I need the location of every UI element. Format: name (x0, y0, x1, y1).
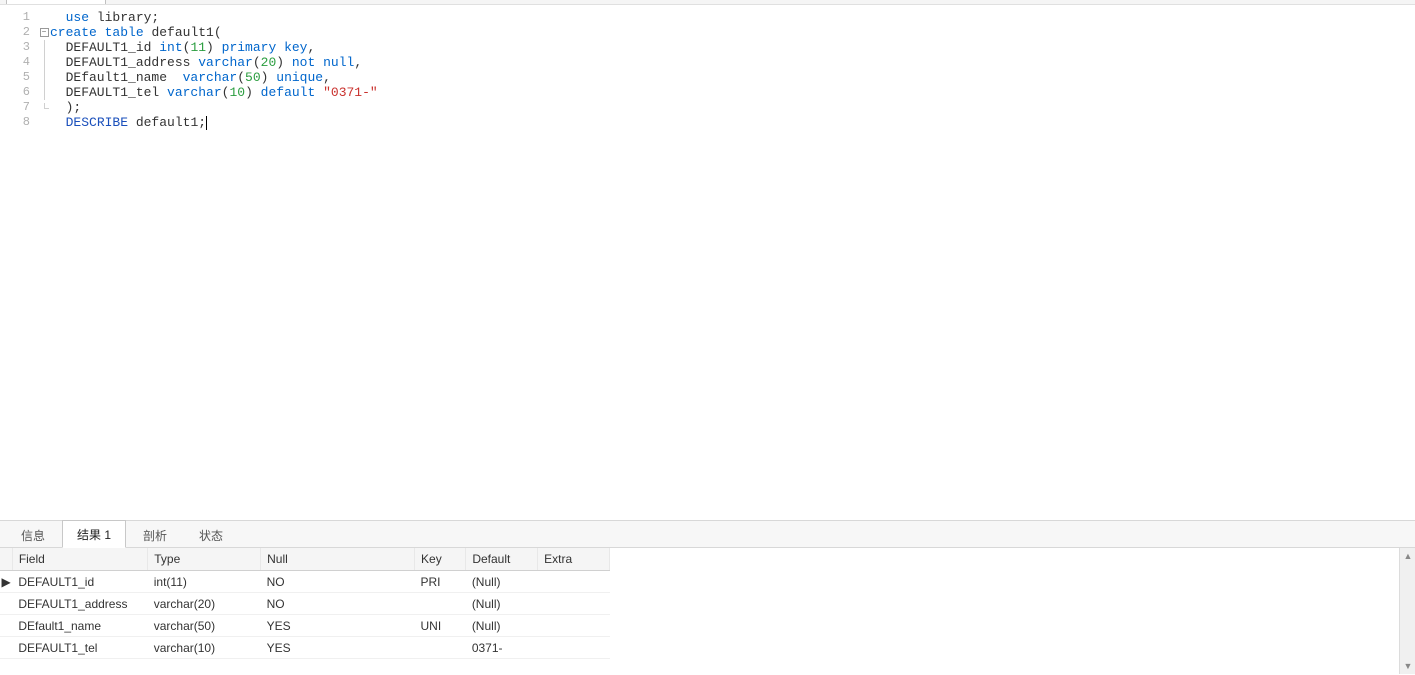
cell-default[interactable]: 0371- (466, 637, 538, 659)
cell-null[interactable]: YES (261, 637, 415, 659)
line-number: 6 (0, 85, 38, 100)
code-line[interactable]: 3 DEFAULT1_id int(11) primary key, (0, 40, 1415, 55)
fold-line-icon (44, 55, 45, 70)
fold-minus-icon[interactable]: − (40, 28, 49, 37)
cell-extra[interactable] (538, 637, 610, 659)
table-row[interactable]: DEFAULT1_addressvarchar(20)NO (Null) (0, 593, 610, 615)
cell-type[interactable]: int(11) (148, 571, 261, 593)
code-line[interactable]: 8 DESCRIBE default1; (0, 115, 1415, 130)
fold-gutter[interactable]: − (38, 25, 50, 40)
cell-null[interactable]: NO (261, 571, 415, 593)
table-row[interactable]: DEFAULT1_telvarchar(10)YES 0371- (0, 637, 610, 659)
cell-key[interactable] (415, 637, 466, 659)
grid-header-field[interactable]: Field (12, 548, 147, 571)
cell-type[interactable]: varchar(50) (148, 615, 261, 637)
table-row[interactable]: DEfault1_namevarchar(50)YESUNI(Null) (0, 615, 610, 637)
line-number: 4 (0, 55, 38, 70)
code-text[interactable]: DEfault1_name varchar(50) unique, (50, 70, 1415, 85)
cell-extra[interactable] (538, 615, 610, 637)
line-number: 7 (0, 100, 38, 115)
code-line[interactable]: 4 DEFAULT1_address varchar(20) not null, (0, 55, 1415, 70)
grid-header-type[interactable]: Type (148, 548, 261, 571)
cell-default[interactable]: (Null) (466, 615, 538, 637)
fold-gutter (38, 85, 50, 100)
code-line[interactable]: 6 DEFAULT1_tel varchar(10) default "0371… (0, 85, 1415, 100)
line-number: 1 (0, 10, 38, 25)
fold-line-icon (44, 85, 45, 100)
cell-key[interactable]: UNI (415, 615, 466, 637)
results-pane: Field Type Null Key Default Extra ▶DEFAU… (0, 548, 1415, 674)
grid-header-null[interactable]: Null (261, 548, 415, 571)
code-line[interactable]: 2−create table default1( (0, 25, 1415, 40)
code-text[interactable]: ); (50, 100, 1415, 115)
cell-field[interactable]: DEfault1_name (12, 615, 147, 637)
code-line[interactable]: 7 ); (0, 100, 1415, 115)
cell-field[interactable]: DEFAULT1_address (12, 593, 147, 615)
fold-line-icon (44, 70, 45, 85)
results-grid[interactable]: Field Type Null Key Default Extra ▶DEFAU… (0, 548, 1399, 674)
cell-type[interactable]: varchar(10) (148, 637, 261, 659)
line-number: 8 (0, 115, 38, 130)
tab-profile[interactable]: 剖析 (128, 521, 182, 548)
scroll-down-icon[interactable]: ▼ (1401, 659, 1415, 673)
grid-header-row: Field Type Null Key Default Extra (0, 548, 610, 571)
text-cursor (206, 116, 207, 130)
code-text[interactable]: create table default1( (50, 25, 1415, 40)
code-text[interactable]: DEFAULT1_id int(11) primary key, (50, 40, 1415, 55)
sql-editor[interactable]: 1 use library;2−create table default1(3 … (0, 5, 1415, 518)
line-number: 2 (0, 25, 38, 40)
grid-header-extra[interactable]: Extra (538, 548, 610, 571)
cell-type[interactable]: varchar(20) (148, 593, 261, 615)
code-line[interactable]: 1 use library; (0, 10, 1415, 25)
cell-field[interactable]: DEFAULT1_id (12, 571, 147, 593)
results-tabs: 信息 结果 1 剖析 状态 (0, 520, 1415, 548)
grid-header-default[interactable]: Default (466, 548, 538, 571)
cell-null[interactable]: YES (261, 615, 415, 637)
cell-null[interactable]: NO (261, 593, 415, 615)
editor-tab[interactable] (6, 0, 106, 4)
fold-gutter (38, 55, 50, 70)
table-row[interactable]: ▶DEFAULT1_idint(11)NOPRI(Null) (0, 571, 610, 593)
fold-gutter (38, 10, 50, 25)
cell-extra[interactable] (538, 571, 610, 593)
cell-field[interactable]: DEFAULT1_tel (12, 637, 147, 659)
cell-default[interactable]: (Null) (466, 593, 538, 615)
scroll-up-icon[interactable]: ▲ (1401, 549, 1415, 563)
row-indicator-icon (0, 593, 12, 615)
fold-gutter (38, 70, 50, 85)
code-text[interactable]: DEFAULT1_tel varchar(10) default "0371-" (50, 85, 1415, 100)
tab-result-1[interactable]: 结果 1 (62, 520, 126, 548)
row-indicator-icon (0, 637, 12, 659)
fold-end-icon (40, 103, 49, 112)
cell-default[interactable]: (Null) (466, 571, 538, 593)
line-number: 5 (0, 70, 38, 85)
code-line[interactable]: 5 DEfault1_name varchar(50) unique, (0, 70, 1415, 85)
fold-line-icon (44, 40, 45, 55)
code-text[interactable]: DEFAULT1_address varchar(20) not null, (50, 55, 1415, 70)
fold-gutter (38, 100, 50, 115)
fold-gutter (38, 40, 50, 55)
row-indicator-icon: ▶ (0, 571, 12, 593)
line-number: 3 (0, 40, 38, 55)
code-text[interactable]: use library; (50, 10, 1415, 25)
vertical-scrollbar[interactable]: ▲ ▼ (1399, 548, 1415, 674)
cell-key[interactable] (415, 593, 466, 615)
cell-key[interactable]: PRI (415, 571, 466, 593)
grid-header-key[interactable]: Key (415, 548, 466, 571)
row-indicator-icon (0, 615, 12, 637)
cell-extra[interactable] (538, 593, 610, 615)
tab-status[interactable]: 状态 (184, 521, 238, 548)
tab-info[interactable]: 信息 (6, 521, 60, 548)
grid-header-indicator (0, 548, 12, 571)
fold-gutter (38, 115, 50, 130)
code-text[interactable]: DESCRIBE default1; (50, 115, 1415, 130)
